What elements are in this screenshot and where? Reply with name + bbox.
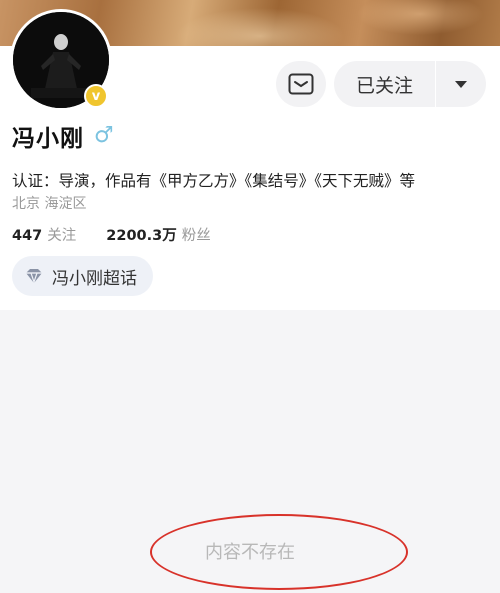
following-count: 447 [12,228,43,244]
caret-down-icon [455,80,467,88]
annotation-ellipse [150,514,408,590]
followers-stat[interactable]: 2200.3万 粉丝 [106,224,210,245]
message-button[interactable] [276,61,326,107]
name-row: 冯小刚 ♂ [12,118,114,154]
verification-info: 认证：导演，作品有《甲方乙方》《集结号》《天下无贼》等 [12,172,416,190]
follow-dropdown-button[interactable] [436,61,486,107]
verified-badge: v [84,84,108,108]
following-button[interactable]: 已关注 [334,61,436,107]
supertopic-label: 冯小刚超话 [52,268,137,289]
followers-label: 粉丝 [181,228,211,244]
following-label: 关注 [47,228,77,244]
followers-count: 2200.3万 [106,228,177,244]
follow-control: 已关注 [334,61,486,107]
location: 北京 海淀区 [12,196,87,212]
user-name: 冯小刚 [12,126,84,152]
following-stat[interactable]: 447 关注 [12,224,76,245]
supertopic-chip[interactable]: 冯小刚超话 [12,256,153,296]
envelope-icon [288,73,314,95]
male-icon: ♂ [94,123,114,148]
diamond-icon [26,269,42,284]
stats-row: 447 关注 2200.3万 粉丝 [12,224,211,245]
